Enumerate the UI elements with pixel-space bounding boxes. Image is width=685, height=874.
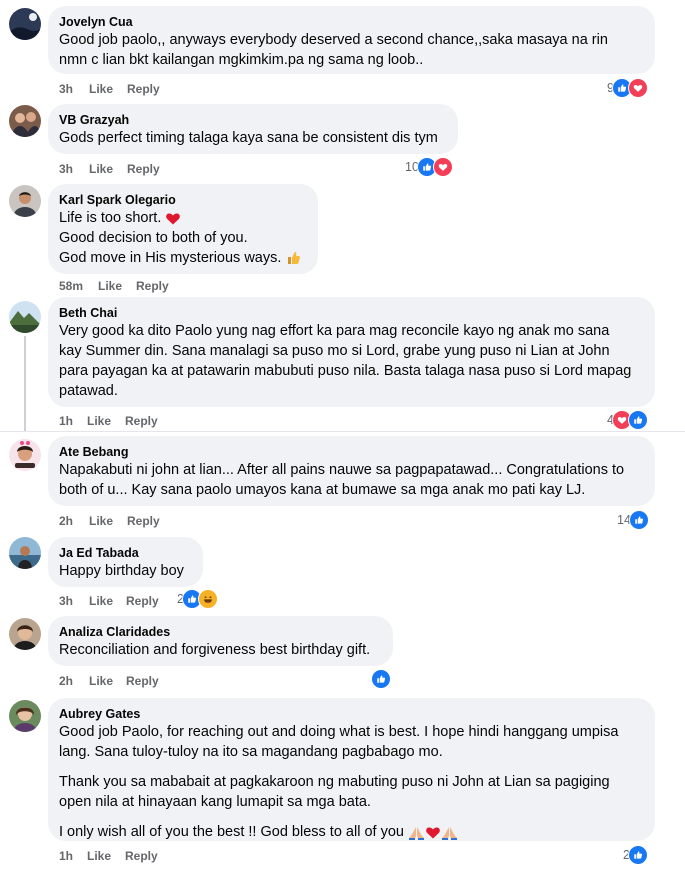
comment-bubble: Beth Chai Very good ka dito Paolo yung n… — [48, 297, 655, 407]
comment-text: Good decision to both of you. — [59, 230, 248, 246]
comment-bubble: Karl Spark Olegario Life is too short. G… — [48, 184, 318, 274]
like-icon — [628, 510, 649, 530]
reply-link[interactable]: Reply — [125, 849, 158, 863]
reactions-summary[interactable]: 10 — [405, 157, 453, 177]
comment-ja-ed-tabada: Ja Ed Tabada Happy birthday boy 3h Like … — [0, 533, 685, 613]
like-icon — [627, 845, 648, 865]
reactions-summary[interactable] — [371, 669, 391, 689]
red-heart-emoji — [426, 827, 440, 839]
avatar[interactable] — [9, 8, 41, 40]
reply-link[interactable]: Reply — [126, 594, 159, 608]
comment-bubble: Jovelyn Cua Good job paolo,, anyways eve… — [48, 6, 655, 74]
comment-author[interactable]: Ja Ed Tabada — [59, 545, 191, 561]
comment-text: Gods perfect timing talaga kaya sana be … — [59, 130, 438, 146]
like-link[interactable]: Like — [89, 674, 113, 688]
comment-time[interactable]: 1h — [59, 414, 73, 428]
reactions-summary[interactable]: 4 — [607, 410, 648, 430]
comment-text: Good job Paolo, for reaching out and doi… — [59, 724, 619, 740]
comment-time[interactable]: 3h — [59, 162, 73, 176]
reactions-summary[interactable]: 9 — [607, 78, 648, 98]
comment-author[interactable]: Karl Spark Olegario — [59, 192, 306, 208]
comment-text: nmn c lian bkt kailangan mgkimkim.pa ng … — [59, 52, 424, 68]
like-icon — [627, 410, 648, 430]
reply-link[interactable]: Reply — [125, 414, 158, 428]
reactions-summary[interactable]: 2 — [623, 845, 648, 865]
praying-hands-emoji — [409, 827, 424, 841]
comment-bubble: Ate Bebang Napakabuti ni john at lian...… — [48, 436, 655, 506]
comment-text: Very good ka dito Paolo yung nag effort … — [59, 323, 610, 339]
praying-hands-emoji — [442, 827, 457, 841]
avatar[interactable] — [9, 301, 41, 333]
comment-time[interactable]: 3h — [59, 594, 73, 608]
like-link[interactable]: Like — [89, 162, 113, 176]
comment-karl-spark-olegario: Karl Spark Olegario Life is too short. G… — [0, 180, 685, 295]
comment-jovelyn-cua: Jovelyn Cua Good job paolo,, anyways eve… — [0, 0, 685, 100]
comment-text: open nila at hinayaan kang lumapit sa mg… — [59, 794, 371, 810]
thumbs-up-emoji — [288, 252, 301, 265]
haha-icon — [197, 589, 218, 609]
comment-text: God move in His mysterious ways. — [59, 248, 306, 268]
comment-text: patawad. — [59, 383, 118, 399]
comment-author[interactable]: Jovelyn Cua — [59, 14, 643, 30]
comment-text: kay Summer din. Sana manalagi sa puso mo… — [59, 343, 610, 359]
reply-link[interactable]: Reply — [127, 514, 160, 528]
comment-bubble: Ja Ed Tabada Happy birthday boy — [48, 537, 203, 587]
comment-author[interactable]: VB Grazyah — [59, 112, 446, 128]
avatar[interactable] — [9, 618, 41, 650]
comment-text: Good job paolo,, anyways everybody deser… — [59, 32, 608, 48]
like-icon — [371, 669, 391, 689]
avatar[interactable] — [9, 105, 41, 137]
comment-vb-grazyah: VB Grazyah Gods perfect timing talaga ka… — [0, 100, 685, 180]
comment-time[interactable]: 2h — [59, 674, 73, 688]
comment-aubrey-gates: Aubrey Gates Good job Paolo, for reachin… — [0, 693, 685, 874]
comment-text: both of u... Kay sana paolo umayos kana … — [59, 482, 586, 498]
comment-bubble: VB Grazyah Gods perfect timing talaga ka… — [48, 104, 458, 154]
comment-time[interactable]: 3h — [59, 82, 73, 96]
comment-beth-chai: Beth Chai Very good ka dito Paolo yung n… — [0, 295, 685, 430]
comment-text: Life is too short. — [59, 208, 306, 228]
love-icon — [432, 157, 453, 177]
like-link[interactable]: Like — [89, 82, 113, 96]
comment-ate-bebang: Ate Bebang Napakabuti ni john at lian...… — [0, 432, 685, 533]
avatar[interactable] — [9, 700, 41, 732]
comment-time[interactable]: 1h — [59, 849, 73, 863]
comment-time[interactable]: 2h — [59, 514, 73, 528]
comment-text: Napakabuti ni john at lian... After all … — [59, 462, 625, 478]
avatar[interactable] — [9, 185, 41, 217]
reactions-summary[interactable]: 14 — [617, 510, 649, 530]
like-link[interactable]: Like — [87, 414, 111, 428]
like-link[interactable]: Like — [89, 514, 113, 528]
comment-analiza-claridades: Analiza Claridades Reconciliation and fo… — [0, 613, 685, 693]
red-heart-emoji — [166, 213, 181, 225]
comment-time[interactable]: 58m — [59, 279, 83, 293]
comment-text: I only wish all of you the best !! God b… — [59, 822, 643, 842]
comment-author[interactable]: Aubrey Gates — [59, 706, 643, 722]
reply-link[interactable]: Reply — [127, 162, 160, 176]
comment-author[interactable]: Analiza Claridades — [59, 624, 381, 640]
comment-author[interactable]: Ate Bebang — [59, 444, 643, 460]
avatar[interactable] — [9, 537, 41, 569]
comment-text: para payagan ka at patawarin mabubuti pu… — [59, 363, 632, 379]
comment-author[interactable]: Beth Chai — [59, 305, 643, 321]
like-link[interactable]: Like — [98, 279, 122, 293]
avatar[interactable] — [9, 439, 41, 471]
reply-link[interactable]: Reply — [136, 279, 169, 293]
like-link[interactable]: Like — [89, 594, 113, 608]
comment-bubble: Aubrey Gates Good job Paolo, for reachin… — [48, 698, 655, 841]
comment-text: lang. Sana tuloy-tuloy na ito sa maganda… — [59, 744, 443, 760]
comment-text: Reconciliation and forgiveness best birt… — [59, 642, 371, 658]
reply-link[interactable]: Reply — [127, 82, 160, 96]
comment-text: Happy birthday boy — [59, 563, 184, 579]
like-link[interactable]: Like — [87, 849, 111, 863]
comment-text: Thank you sa mababait at pagkakaroon ng … — [59, 774, 610, 790]
love-icon — [627, 78, 648, 98]
reactions-summary[interactable]: 2 — [177, 589, 218, 609]
reply-link[interactable]: Reply — [126, 674, 159, 688]
comment-bubble: Analiza Claridades Reconciliation and fo… — [48, 616, 393, 666]
